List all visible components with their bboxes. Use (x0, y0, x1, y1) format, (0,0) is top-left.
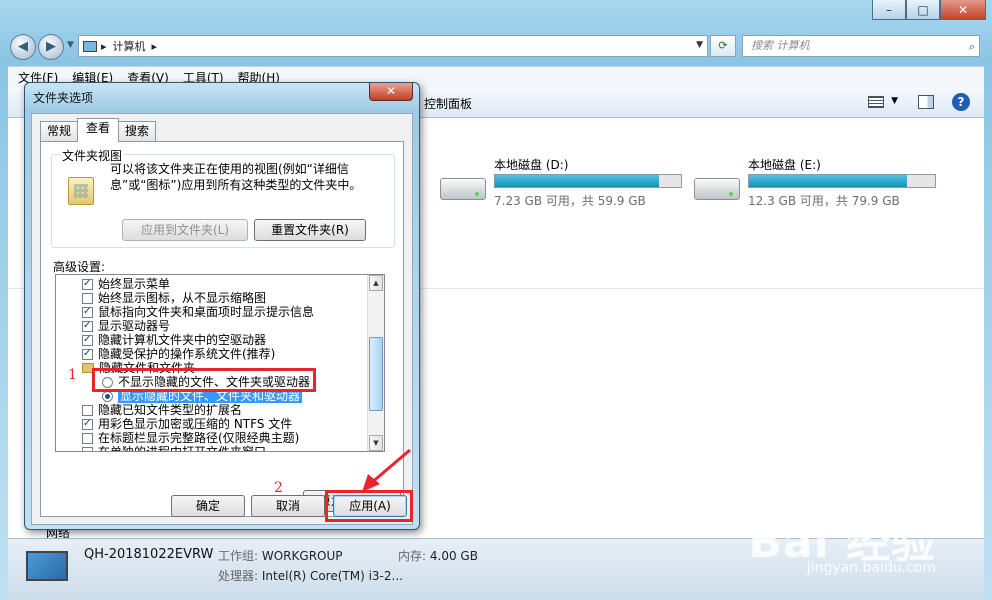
highlight-show-hidden-option (92, 368, 316, 392)
setting-label: 隐藏已知文件类型的扩展名 (98, 403, 243, 417)
drive-name: 本地磁盘 (E:) (748, 158, 821, 172)
computer-name: QH-20181022EVRW (84, 547, 214, 562)
ok-button[interactable]: 确定 (171, 495, 245, 517)
tab-strip: 常规 查看 搜索 (40, 118, 157, 142)
checkbox[interactable] (82, 347, 93, 361)
folder-views-group: 文件夹视图 可以将该文件夹正在使用的视图(例如“详细信息”或“图标”)应用到所有… (51, 147, 395, 248)
view-dropdown-icon[interactable]: ▼ (891, 96, 898, 106)
setting-row[interactable]: 在标题栏显示完整路径(仅限经典主题) (82, 431, 299, 445)
drive-size: 7.23 GB 可用，共 59.9 GB (494, 194, 646, 208)
workgroup-value: WORKGROUP (261, 549, 343, 563)
address-chevron-icon[interactable]: ▸ (152, 40, 158, 53)
memory-value: 4.00 GB (429, 549, 478, 563)
settings-scrollbar[interactable]: ▲ ▼ (367, 275, 384, 451)
scroll-up-icon[interactable]: ▲ (369, 275, 383, 291)
drive-usage-fill (495, 175, 659, 187)
step-2-label: 2 (274, 480, 283, 496)
setting-row[interactable]: 用彩色显示加密或压缩的 NTFS 文件 (82, 417, 292, 431)
drive-usage-fill (749, 175, 908, 187)
drive-usage-bar (748, 174, 936, 188)
setting-row[interactable]: 始终显示图标，从不显示缩略图 (82, 291, 266, 305)
drive-usage-bar (494, 174, 682, 188)
folder-views-description: 可以将该文件夹正在使用的视图(例如“详细信息”或“图标”)应用到所有这种类型的文… (110, 162, 362, 192)
setting-label: 隐藏受保护的操作系统文件(推荐) (98, 347, 276, 361)
checkbox[interactable] (82, 404, 93, 416)
address-dropdown-icon[interactable]: ▼ (696, 40, 703, 50)
checkbox[interactable] (82, 432, 93, 444)
scroll-thumb[interactable] (369, 337, 383, 411)
tab-search[interactable]: 搜索 (118, 121, 157, 141)
setting-label: 用彩色显示加密或压缩的 NTFS 文件 (98, 417, 293, 431)
refresh-button[interactable]: ⟳ (710, 35, 736, 57)
dialog-close-button[interactable]: ✕ (369, 83, 413, 101)
help-icon[interactable]: ? (952, 93, 970, 111)
reset-folders-button[interactable]: 重置文件夹(R) (254, 219, 366, 241)
workgroup-label: 工作组: (218, 549, 259, 563)
search-placeholder: 搜索 计算机 (751, 39, 810, 52)
setting-label: 鼠标指向文件夹和桌面项时显示提示信息 (98, 305, 315, 319)
setting-row[interactable]: 隐藏受保护的操作系统文件(推荐) (82, 347, 275, 361)
folder-view-icon (68, 177, 94, 205)
radio-button[interactable] (102, 390, 113, 402)
setting-label: 在单独的进程中打开文件夹窗口 (98, 445, 267, 452)
computer-icon (26, 551, 68, 581)
setting-row[interactable]: 隐藏已知文件类型的扩展名 (82, 403, 242, 417)
setting-row[interactable]: 显示驱动器号 (82, 319, 170, 333)
checkbox[interactable] (82, 292, 93, 304)
back-button[interactable]: ◀ (10, 34, 36, 60)
cancel-button[interactable]: 取消 (251, 495, 325, 517)
setting-label: 在标题栏显示完整路径(仅限经典主题) (98, 431, 300, 445)
memory-label: 内存: (398, 549, 427, 563)
setting-row[interactable]: 隐藏计算机文件夹中的空驱动器 (82, 333, 266, 347)
change-view-icon[interactable] (868, 96, 884, 108)
tab-general[interactable]: 常规 (40, 121, 79, 141)
advanced-settings-label: 高级设置: (53, 260, 106, 274)
computer-icon (83, 40, 97, 52)
checkbox[interactable] (82, 446, 93, 451)
drive-size: 12.3 GB 可用，共 79.9 GB (748, 194, 900, 208)
hard-drive-icon (440, 178, 486, 200)
checkbox[interactable] (82, 277, 93, 291)
checkbox[interactable] (82, 319, 93, 333)
search-input[interactable]: 搜索 计算机 ⌕ (742, 35, 980, 57)
advanced-settings-list[interactable]: ▲ ▼ 始终显示菜单始终显示图标，从不显示缩略图鼠标指向文件夹和桌面项时显示提示… (55, 274, 385, 452)
apply-to-folders-button[interactable]: 应用到文件夹(L) (122, 219, 248, 241)
forward-button[interactable]: ▶ (38, 34, 64, 60)
setting-label: 始终显示菜单 (98, 277, 171, 291)
setting-row[interactable]: 在单独的进程中打开文件夹窗口 (82, 445, 267, 452)
checkbox[interactable] (82, 417, 93, 431)
setting-label: 隐藏计算机文件夹中的空驱动器 (98, 333, 267, 347)
search-icon[interactable]: ⌕ (969, 37, 975, 57)
checkbox[interactable] (82, 333, 93, 347)
annotation-arrow-icon (362, 448, 411, 492)
setting-row[interactable]: 始终显示菜单 (82, 277, 170, 291)
hard-drive-icon (694, 178, 740, 200)
tab-view[interactable]: 查看 (77, 118, 120, 142)
maximize-button[interactable]: □ (906, 0, 940, 20)
dialog-title: 文件夹选项 (33, 91, 94, 105)
minimize-button[interactable]: – (872, 0, 906, 20)
address-bar[interactable]: ▸ 计算机 ▸ ▼ (78, 35, 708, 57)
control-panel-button[interactable]: 控制面板 (424, 95, 472, 112)
close-button[interactable]: ✕ (940, 0, 986, 20)
window-controls: – □ ✕ (872, 0, 986, 20)
recent-pages-dropdown[interactable]: ▼ (67, 40, 74, 50)
drive-name: 本地磁盘 (D:) (494, 158, 569, 172)
setting-label: 显示驱动器号 (98, 319, 171, 333)
step-1-label: 1 (68, 367, 77, 383)
processor-label: 处理器: (218, 569, 259, 583)
watermark-url: jingyan.baidu.com (806, 560, 936, 576)
setting-label: 始终显示图标，从不显示缩略图 (98, 291, 267, 305)
setting-row[interactable]: 鼠标指向文件夹和桌面项时显示提示信息 (82, 305, 314, 319)
address-crumb[interactable]: 计算机 (113, 38, 146, 54)
preview-pane-icon[interactable] (918, 95, 934, 109)
address-chevron-icon[interactable]: ▸ (101, 40, 107, 53)
processor-value: Intel(R) Core(TM) i3-2... (261, 569, 403, 583)
checkbox[interactable] (82, 305, 93, 319)
